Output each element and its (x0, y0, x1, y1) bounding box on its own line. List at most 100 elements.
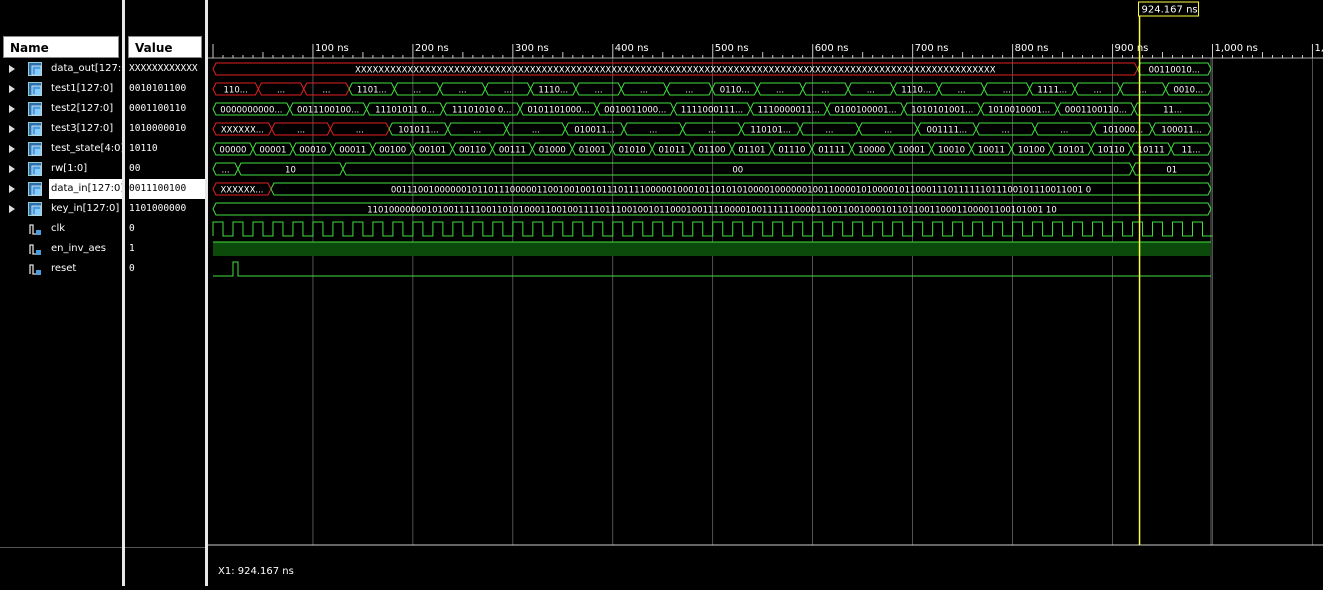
signal-row[interactable]: reset (0, 259, 122, 279)
bus-value-label: 00111 (499, 146, 526, 156)
bit-signal-icon (29, 264, 41, 275)
bus-value-label: ... (297, 126, 305, 136)
bus-value-label: 0010... (1173, 86, 1203, 96)
waveform-pane[interactable]: 100 ns 200 ns 300 ns 400 ns 500 ns 600 ns 700 … (208, 0, 1323, 586)
bus-value-label: ... (685, 86, 693, 96)
bus-value-label: ... (277, 86, 285, 96)
ruler-tick-label: 1,000 ns (1215, 43, 1258, 54)
expand-arrow-icon[interactable] (9, 85, 15, 93)
bus-value-label: 101011... (398, 126, 439, 136)
bus-value-label: 10010 (938, 146, 965, 156)
value-column-header[interactable]: Value (128, 36, 202, 58)
expand-arrow-icon[interactable] (9, 205, 15, 213)
wave-clk (212, 221, 1213, 237)
expand-arrow-icon[interactable] (9, 125, 15, 133)
signal-name-pane: Name data_out[127:0] test1[127:0] test2[12… (0, 0, 125, 586)
bus-value-label: 00000 (219, 146, 246, 156)
signal-row[interactable]: clk (0, 219, 122, 239)
bus-value-label: 01010 (619, 146, 646, 156)
bus-signal-icon (28, 142, 42, 156)
signal-name: data_in[127:0] (49, 179, 122, 199)
ruler-tick-label: 800 ns (1015, 43, 1049, 54)
wave-data_out: XXXXXXXXXXXXXXXXXXXXXXXXXXXXXXXXXXXXXXXX… (212, 62, 1212, 76)
bus-value-label: 1110000011... (758, 106, 820, 116)
expand-arrow-icon[interactable] (9, 65, 15, 73)
signal-name: en_inv_aes (51, 243, 107, 254)
bus-value-label: ... (640, 86, 648, 96)
bus-value-label: 01101 (738, 146, 765, 156)
bus-value-label: 11101011 0... (375, 106, 434, 116)
bus-signal-icon (28, 102, 42, 116)
bus-value-label: 1110... (901, 86, 931, 96)
bus-value-label: 00 (732, 166, 743, 176)
bus-value-label: ... (532, 126, 540, 136)
bus-value-label: 1010101001... (911, 106, 973, 116)
wave-data_in: XXXXXX... 0011100100000010110111000001100… (212, 182, 1212, 196)
signal-value-pane: Value XXXXXXXXXXXX 0010101100 0001100110 10… (125, 0, 208, 586)
bus-value-label: 11... (1163, 106, 1182, 116)
bus-value-label: 10001 (898, 146, 925, 156)
signal-row[interactable]: test1[127:0] (0, 79, 122, 99)
bus-value-label: 00110010... (1149, 66, 1200, 76)
expand-arrow-icon[interactable] (9, 105, 15, 113)
expand-arrow-icon[interactable] (9, 145, 15, 153)
signal-row[interactable]: test_state[4:0] (0, 139, 122, 159)
bus-signal-icon (28, 122, 42, 136)
ruler-tick-label: 900 ns (1115, 43, 1149, 54)
wave-test_state: 00000 00001 00010 00011 00100 00101 00110 00111… (212, 142, 1212, 156)
signal-value: 00 (129, 163, 141, 174)
bus-value-label: ... (957, 86, 965, 96)
bus-value-label: ... (473, 126, 481, 136)
bus-value-label: XXXXXXXXXXXXXXXXXXXXXXXXXXXXXXXXXXXXXXXX… (355, 66, 996, 76)
signal-row[interactable]: test3[127:0] (0, 119, 122, 139)
waveform-canvas[interactable]: 100 ns 200 ns 300 ns 400 ns 500 ns 600 ns 700 … (208, 0, 1323, 586)
signal-row[interactable]: rw[1:0] (0, 159, 122, 179)
bus-value-label: ... (776, 86, 784, 96)
bus-signal-icon (28, 202, 42, 216)
bus-value-label: ... (825, 126, 833, 136)
bus-value-label: 01 (1166, 166, 1177, 176)
bus-value-label: ... (1060, 126, 1068, 136)
bus-value-label: 01100 (698, 146, 725, 156)
bus-value-label: 110... (224, 86, 248, 96)
signal-row[interactable]: test2[127:0] (0, 99, 122, 119)
bus-value-label: ... (322, 86, 330, 96)
signal-value: 0 (129, 223, 135, 234)
signal-row[interactable]: data_out[127:0] (0, 59, 122, 79)
name-column-header[interactable]: Name (3, 36, 119, 58)
bus-signal-icon (28, 82, 42, 96)
signal-value: 1 (129, 243, 135, 254)
ruler-tick-label: 200 ns (415, 43, 449, 54)
expand-arrow-icon[interactable] (9, 165, 15, 173)
signal-row[interactable]: en_inv_aes (0, 239, 122, 259)
bus-value-label: 100011... (1161, 126, 1202, 136)
signal-value: XXXXXXXXXXXX (129, 63, 198, 74)
bus-signal-icon (28, 62, 42, 76)
signal-row[interactable]: data_in[127:0] (0, 179, 122, 199)
bus-value-label: ... (356, 126, 364, 136)
signal-value: 1010000010 (129, 123, 187, 134)
value-pane-footer (125, 547, 205, 586)
signal-row[interactable]: key_in[127:0] (0, 199, 122, 219)
bus-value-label: ... (649, 126, 657, 136)
wave-en_inv_aes-fill (213, 242, 1211, 256)
signal-name: data_out[127:0] (51, 63, 122, 74)
ruler-tick-label: 400 ns (615, 43, 649, 54)
bus-value-label: 0101101000... (527, 106, 589, 116)
bus-value-label: ... (1094, 86, 1102, 96)
bus-value-label: 10011 (978, 146, 1005, 156)
bus-value-label: ... (595, 86, 603, 96)
bus-signal-icon (28, 162, 42, 176)
ruler-tick-label: 700 ns (915, 43, 949, 54)
signal-name: key_in[127:0] (51, 203, 120, 214)
signal-value: 0001100110 (129, 103, 187, 114)
bus-value-label: 00100 (379, 146, 406, 156)
bus-value-label: ... (1001, 126, 1009, 136)
bus-value-label: 0110... (720, 86, 750, 96)
bus-value-label: 11... (1182, 146, 1201, 156)
bus-value-label: 00101 (419, 146, 446, 156)
bus-value-label: XXXXXX... (220, 186, 263, 196)
bus-value-label: 1111000111... (681, 106, 743, 116)
bus-value-label: 1101... (357, 86, 387, 96)
expand-arrow-icon[interactable] (9, 185, 15, 193)
